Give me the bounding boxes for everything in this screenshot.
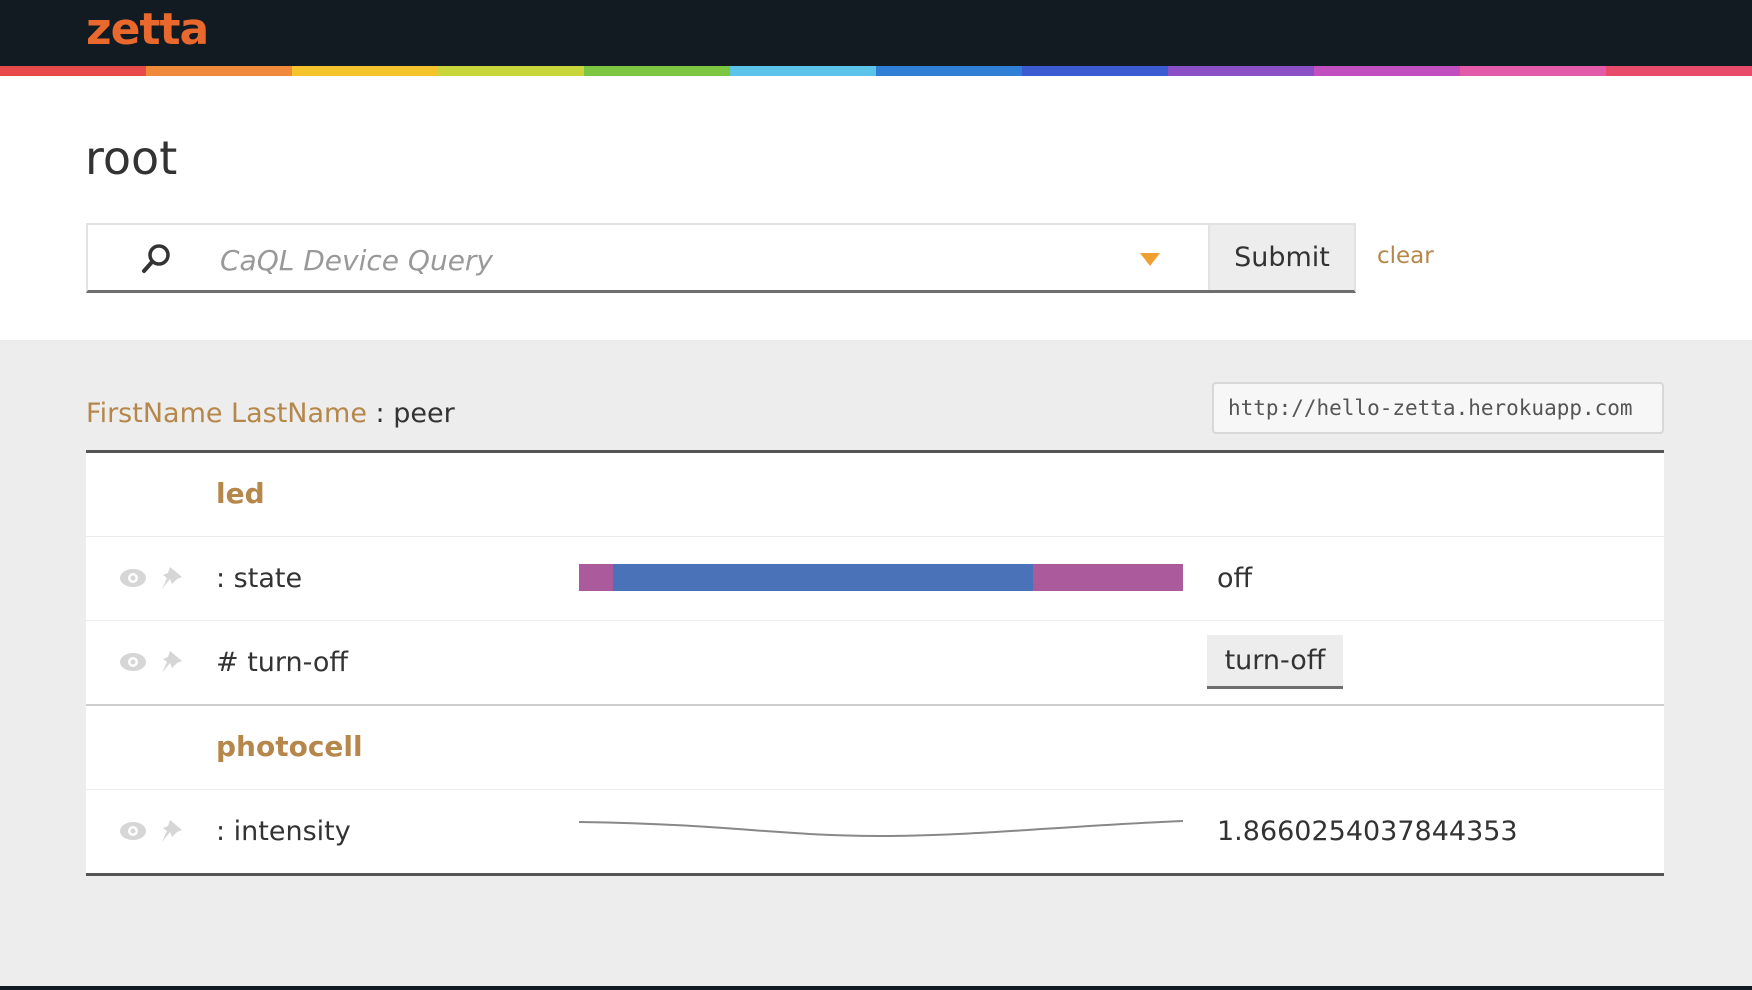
- server-label: FirstName LastName : peer: [86, 396, 455, 432]
- server-role: : peer: [366, 398, 455, 429]
- rainbow-segment: [1606, 66, 1752, 76]
- row-icons: [118, 649, 186, 677]
- eye-icon[interactable]: [118, 565, 148, 591]
- rainbow-segment: [292, 66, 438, 76]
- search-icon: [142, 244, 170, 273]
- state-segment: [579, 564, 613, 591]
- stream-value: off: [1217, 563, 1253, 594]
- state-segment: [613, 564, 1033, 591]
- eye-icon[interactable]: [118, 818, 148, 844]
- query-bar: Submit: [86, 223, 1356, 293]
- server-name[interactable]: FirstName LastName: [86, 398, 367, 429]
- row-icons: [118, 565, 186, 593]
- brand-logo[interactable]: zetta: [86, 2, 209, 58]
- submit-button[interactable]: Submit: [1208, 225, 1354, 290]
- rainbow-segment: [438, 66, 584, 76]
- device-photocell: photocell : intensity 1.8660254037844353: [86, 704, 1664, 873]
- device-list: led : state off # turn-off turn-off phot…: [86, 450, 1664, 876]
- rainbow-segment: [1168, 66, 1314, 76]
- page-title: root: [85, 131, 178, 185]
- server-url-field[interactable]: [1212, 382, 1664, 434]
- rainbow-segment: [876, 66, 1022, 76]
- rainbow-stripe: [0, 66, 1752, 76]
- state-history-bar: [579, 564, 1183, 591]
- query-input[interactable]: [218, 237, 1122, 283]
- results-panel: FirstName LastName : peer led: [0, 340, 1752, 986]
- state-segment: [1033, 564, 1183, 591]
- stream-label: : state: [216, 563, 303, 594]
- stream-label: : intensity: [216, 816, 351, 847]
- rainbow-segment: [730, 66, 876, 76]
- stream-value: 1.8660254037844353: [1217, 816, 1518, 847]
- stream-row-state: : state off: [86, 537, 1664, 621]
- device-header-row: led: [86, 453, 1664, 537]
- pin-icon[interactable]: [156, 649, 186, 675]
- top-nav-bar: zetta: [0, 0, 1752, 66]
- device-led: led : state off # turn-off turn-off: [86, 453, 1664, 704]
- eye-icon[interactable]: [118, 649, 148, 675]
- rainbow-segment: [146, 66, 292, 76]
- device-header-row: photocell: [86, 706, 1664, 790]
- intensity-sparkline: [579, 820, 1183, 838]
- rainbow-segment: [1022, 66, 1168, 76]
- clear-link[interactable]: clear: [1377, 243, 1434, 269]
- device-name[interactable]: led: [216, 477, 265, 510]
- row-icons: [118, 818, 186, 846]
- rainbow-segment: [0, 66, 146, 76]
- pin-icon[interactable]: [156, 818, 186, 844]
- transition-row-turn-off: # turn-off turn-off: [86, 621, 1664, 704]
- device-name[interactable]: photocell: [216, 730, 363, 763]
- pin-icon[interactable]: [156, 565, 186, 591]
- turn-off-button[interactable]: turn-off: [1207, 635, 1343, 689]
- rainbow-segment: [1460, 66, 1606, 76]
- transition-label: # turn-off: [216, 647, 349, 678]
- stream-row-intensity: : intensity 1.8660254037844353: [86, 790, 1664, 873]
- footer-strip: [0, 986, 1752, 990]
- rainbow-segment: [1314, 66, 1460, 76]
- chevron-down-icon[interactable]: [1138, 249, 1162, 269]
- rainbow-segment: [584, 66, 730, 76]
